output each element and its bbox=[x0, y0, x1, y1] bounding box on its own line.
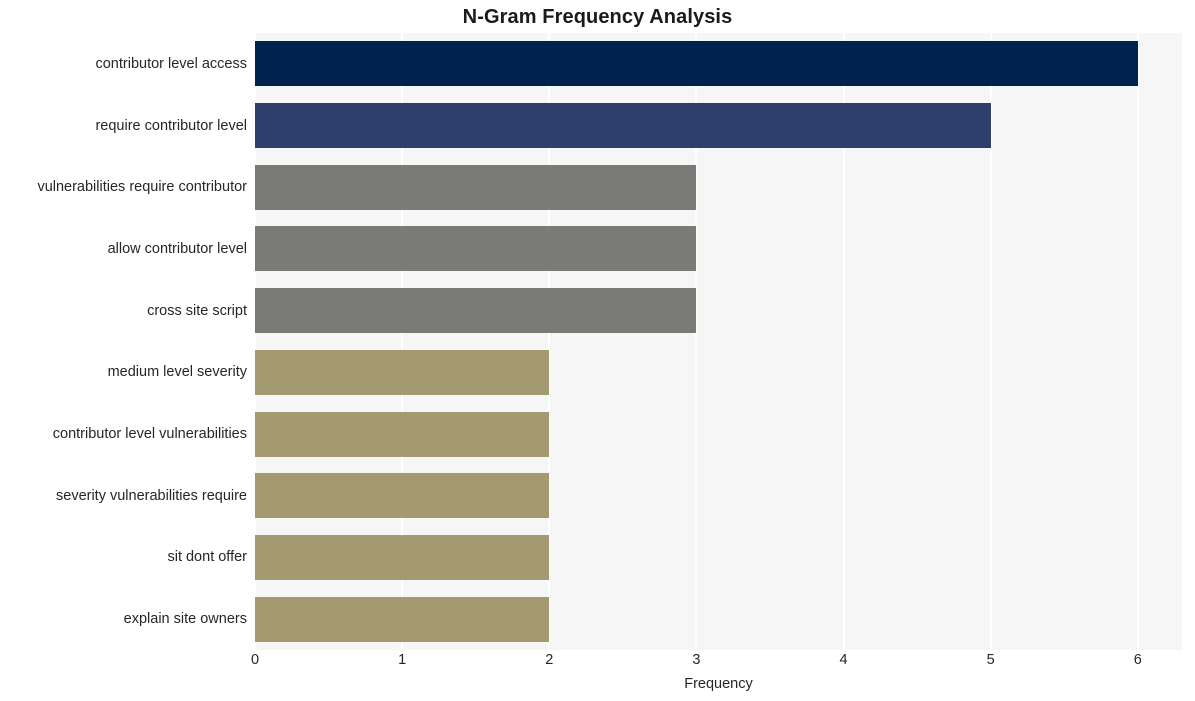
y-axis-tick-label: explain site owners bbox=[123, 611, 247, 628]
x-axis-tick-labels: 0 1 2 3 4 5 6 bbox=[251, 652, 1182, 676]
x-axis-tick-label: 0 bbox=[250, 652, 260, 668]
y-axis-tick-label: medium level severity bbox=[107, 364, 247, 381]
bar[interactable] bbox=[255, 349, 550, 395]
x-axis-tick-label: 5 bbox=[986, 652, 995, 668]
bars-group bbox=[255, 33, 1182, 650]
bar[interactable] bbox=[255, 288, 697, 334]
x-axis-tick-label: 4 bbox=[839, 652, 848, 668]
x-axis-tick-label: 1 bbox=[398, 652, 407, 668]
chart-figure: N-Gram Frequency Analysis contributor le… bbox=[0, 0, 1195, 701]
x-axis-tick-label: 6 bbox=[1133, 652, 1142, 668]
x-axis-title: Frequency bbox=[684, 676, 753, 692]
bar[interactable] bbox=[255, 164, 697, 210]
y-axis-tick-labels: contributor level access require contribu… bbox=[0, 33, 247, 650]
y-axis-tick-label: require contributor level bbox=[95, 117, 247, 134]
bar[interactable] bbox=[255, 411, 550, 457]
bar[interactable] bbox=[255, 226, 697, 272]
bar[interactable] bbox=[255, 41, 1138, 87]
y-axis-tick-label: allow contributor level bbox=[107, 240, 247, 257]
chart-title: N-Gram Frequency Analysis bbox=[462, 6, 733, 28]
bar[interactable] bbox=[255, 596, 550, 642]
y-axis-tick-label: vulnerabilities require contributor bbox=[37, 179, 247, 196]
y-axis-tick-label: cross site script bbox=[147, 302, 247, 319]
bar[interactable] bbox=[255, 534, 550, 580]
y-axis-tick-label: contributor level vulnerabilities bbox=[52, 426, 247, 443]
x-axis-tick-label: 2 bbox=[545, 652, 554, 668]
bar[interactable] bbox=[255, 473, 550, 519]
y-axis-tick-label: contributor level access bbox=[95, 55, 247, 72]
y-axis-tick-label: sit dont offer bbox=[167, 549, 247, 566]
plot-area bbox=[254, 33, 1182, 650]
bar[interactable] bbox=[255, 103, 991, 149]
x-axis-tick-label: 3 bbox=[692, 652, 701, 668]
y-axis-tick-label: severity vulnerabilities require bbox=[56, 487, 247, 504]
